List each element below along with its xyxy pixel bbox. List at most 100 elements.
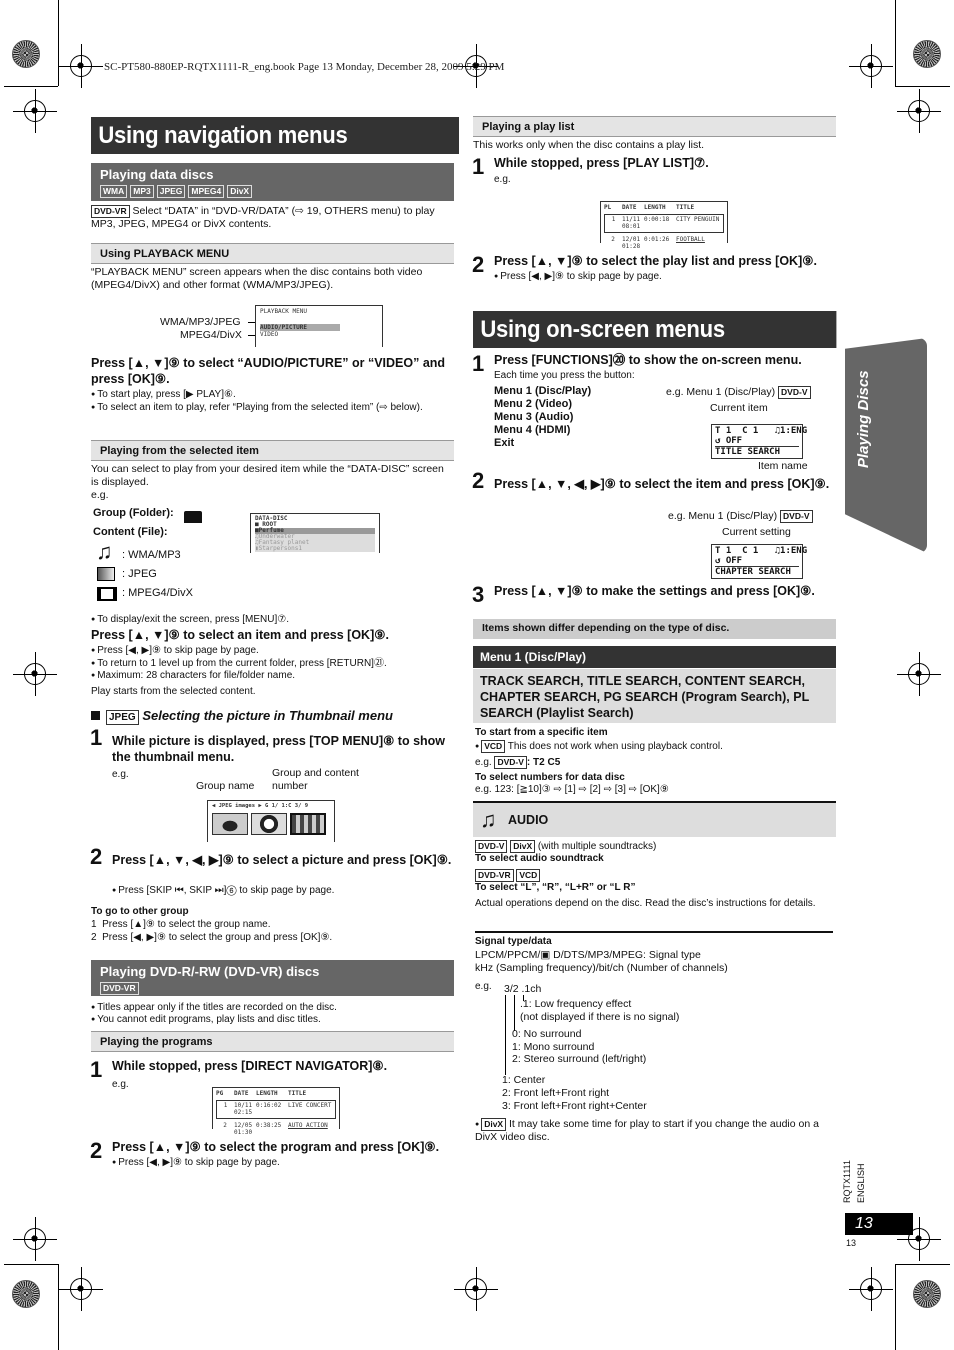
eg-label: e.g.: [112, 1079, 129, 1090]
step-text: Press [▲, ▼]⑨ to select the program and …: [112, 1140, 440, 1154]
crop-line: [4, 86, 58, 87]
osd-chapter-search: T 1 C 1 ♫1:ENG ↺ OFF CHAPTER SEARCH: [711, 544, 807, 579]
content-file-label: Content (File):: [93, 526, 168, 540]
tag-dvd-v: DVD-V: [494, 756, 527, 769]
subsection-selected-item: Playing from the selected item: [91, 440, 454, 461]
subsection-playing-play-list: Playing a play list: [473, 116, 836, 137]
tag-divx: DivX: [481, 1118, 507, 1131]
registration-mark: [59, 44, 103, 88]
registration-mark: [897, 652, 941, 696]
bracket-line-front: [505, 995, 506, 1075]
step-1-functions: 1 Press [FUNCTIONS]⑳ to show the on-scree…: [472, 351, 839, 376]
step-text: Press [▲, ▼]⑨ to select the play list an…: [494, 254, 817, 268]
selected-item-text: You can select to play from your desired…: [91, 463, 444, 489]
table-row-selected: 1 11/11 08:01 0:00:18 CITY PENGUIN: [604, 213, 724, 233]
step-text: Press [▲, ▼]⑨ to make the settings and p…: [494, 584, 815, 598]
tag-dvd-v: DVD-V: [475, 840, 508, 853]
bullet-skip: Press [SKIP ⏮, SKIP ⏭]⑥ to skip page by …: [112, 885, 334, 898]
lfe-line-1: .1: Low frequency effect: [520, 998, 632, 1010]
osd-line: CHAPTER SEARCH: [715, 567, 791, 577]
eg-label: e.g.: [91, 489, 109, 501]
cell: 11/11 08:01: [622, 215, 641, 231]
side-tab-label: Playing Discs: [855, 370, 872, 468]
print-header: SC-PT580-880EP-RQTX1111-R_eng.book Page …: [104, 61, 505, 73]
crop-line: [58, 1264, 59, 1350]
tag-jpeg: JPEG: [106, 710, 139, 725]
playlist-text: This works only when the disc contains a…: [473, 139, 705, 151]
section-title: Playing data discs: [100, 167, 214, 182]
osd-text: T 1 C 1 ♫1:ENG: [715, 546, 808, 556]
audio-header: ♫ AUDIO: [473, 803, 836, 837]
crop-line: [895, 1264, 950, 1265]
other-group-heading: To go to other group: [91, 906, 189, 917]
step-number: 1: [90, 1057, 103, 1082]
bracket-line-surround: [514, 995, 515, 1031]
table-header-row: PL DATE LENGTH TITLE: [604, 204, 724, 212]
thumbnail-title: Selecting the picture in Thumbnail menu: [142, 708, 393, 723]
cell: 10/11 02:15: [234, 1101, 253, 1117]
cell: 0:00:18: [644, 215, 670, 223]
note-text: It may take some time for play to start …: [475, 1118, 819, 1144]
registration-mark: [849, 1267, 893, 1311]
registration-mark: [849, 44, 893, 88]
page-number: 13: [855, 1215, 873, 1232]
thumbnail-header: ◀ JPEG images ▶ G 1/ 1:C 3/ 9: [212, 803, 309, 809]
select-lr: To select “L”, “R”, “L+R” or “L R”: [475, 882, 636, 893]
signal-line-2: kHz (Sampling frequency)/bit/ch (Number …: [475, 962, 728, 974]
label-item-name: Item name: [758, 460, 808, 472]
cell: AUTO ACTION: [288, 1121, 328, 1129]
type-jpeg: : JPEG: [122, 568, 157, 580]
bullet-menu: To display/exit the screen, press [MENU]…: [91, 614, 289, 627]
label-wma-mp3-jpeg: WMA/MP3/JPEG: [160, 316, 241, 328]
step-number: 2: [472, 252, 485, 277]
numbers-heading: To select numbers for data disc: [475, 772, 625, 783]
column-header: DATE: [622, 204, 637, 211]
audio-title: AUDIO: [507, 813, 549, 827]
cell: 2: [611, 235, 615, 243]
eg-menu1: e.g. Menu 1 (Disc/Play) DVD-V: [668, 510, 813, 523]
page-title: Using navigation menus: [91, 117, 459, 154]
tag-dvd-v: DVD-V: [778, 386, 811, 399]
tag-jpeg: JPEG: [156, 185, 186, 199]
group-label-text: Group (Folder):: [93, 507, 174, 519]
step-text: While stopped, press [DIRECT NAVIGATOR]⑧…: [112, 1059, 388, 1073]
registration-rosette-top-left: [12, 40, 40, 68]
osd-line: ↺ OFF: [715, 436, 799, 447]
note-text: This does not work when using playback c…: [507, 741, 723, 752]
column-header: LENGTH: [256, 1090, 278, 1097]
osd-line: ↺ OFF: [715, 556, 799, 567]
eg-label: e.g.: [494, 174, 511, 185]
music-note-icon: ♫: [96, 539, 113, 564]
table-row-selected: 1 10/11 02:15 0:16:02 LIVE CONCERT: [216, 1099, 336, 1119]
eg-text: e.g.: [475, 757, 492, 768]
front-option: 1: Center: [502, 1074, 546, 1086]
osd-line: TITLE SEARCH: [715, 447, 781, 457]
eg-label: e.g.: [475, 981, 492, 992]
menu-item: Menu 1 (Disc/Play): [494, 385, 592, 397]
registration-mark: [13, 1217, 57, 1261]
menu-item: Menu 3 (Audio): [494, 411, 574, 423]
thumbnail-image: [212, 812, 248, 835]
tag-divx: DivX: [227, 185, 253, 199]
music-note-icon: ♫: [480, 807, 497, 832]
menu-item: Menu 4 (HDMI): [494, 424, 571, 436]
tag-dvd-vr: DVD-VR: [475, 869, 514, 882]
cell: 0:01:26: [644, 235, 670, 243]
tag-vcd: VCD: [481, 740, 506, 753]
numbers-eg: e.g. 123: [≧10]③ ⇨ [1] ⇨ [2] ⇨ [3] ⇨ [OK…: [475, 784, 669, 795]
step1-sub: Each time you press the button:: [494, 370, 635, 381]
instruction-select-audio-video: Press [▲, ▼]⑨ to select “AUDIO/PICTURE” …: [91, 356, 446, 386]
divx-note: DivX It may take some time for play to s…: [475, 1118, 835, 1144]
row-text: Starpersons1: [258, 545, 302, 552]
square-bullet-icon: [91, 711, 100, 720]
crop-line: [895, 0, 896, 86]
tag-dvd-vr: DVD-VR: [91, 205, 130, 218]
step-1-play-list: 1 While stopped, press [PLAY LIST]⑦.: [472, 154, 839, 179]
bullet-skip: Press [◀, ▶]⑨ to skip page by page.: [112, 1157, 280, 1170]
screen-row: ▮Starpersons1: [255, 546, 375, 552]
audio-tags-1: DVD-V DivX (with multiple soundtracks): [475, 840, 656, 854]
bullet: Press [◀, ▶]⑨ to skip page by page.: [91, 645, 259, 658]
type-mpeg4: : MPEG4/DivX: [122, 587, 193, 599]
cell: FOOTBALL: [676, 235, 705, 243]
section-header-dvd-vr: Playing DVD-R/-RW (DVD-VR) discs DVD-VR: [91, 960, 454, 996]
